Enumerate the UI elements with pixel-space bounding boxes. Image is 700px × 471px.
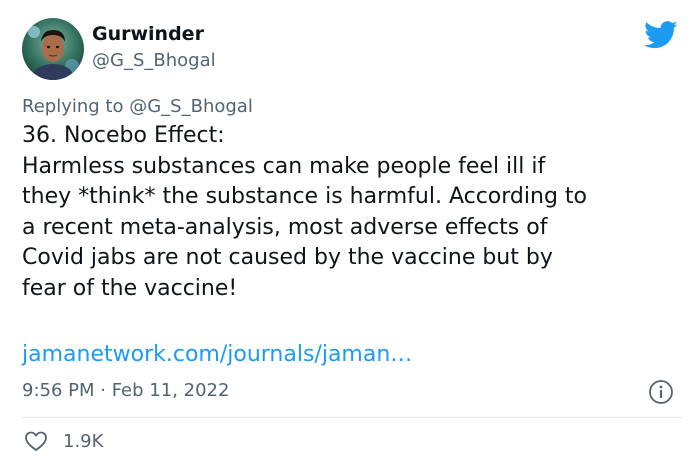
replying-to-handle[interactable]: @G_S_Bhogal	[129, 96, 253, 117]
replying-to: Replying to @G_S_Bhogal	[22, 96, 253, 118]
tweet-link[interactable]: jamanetwork.com/journals/jaman…	[22, 340, 412, 370]
avatar-image	[22, 18, 84, 80]
twitter-bird-icon[interactable]	[644, 20, 678, 50]
avatar[interactable]	[22, 18, 84, 80]
divider	[22, 417, 682, 418]
author-handle[interactable]: @G_S_Bhogal	[92, 50, 216, 72]
replying-to-prefix: Replying to	[22, 96, 124, 117]
tweet-body: 36. Nocebo Effect: Harmless substances c…	[22, 123, 587, 301]
heart-icon[interactable]	[24, 430, 48, 452]
heart-glyph	[25, 431, 47, 451]
tweet-timestamp[interactable]: 9:56 PM · Feb 11, 2022	[22, 380, 229, 402]
info-glyph	[649, 380, 673, 404]
twitter-bird-glyph	[644, 21, 678, 49]
like-count[interactable]: 1.9K	[63, 431, 103, 453]
tweet-card: Gurwinder @G_S_Bhogal Replying to @G_S_B…	[0, 0, 700, 471]
author-display-name[interactable]: Gurwinder	[92, 22, 204, 46]
info-icon[interactable]	[648, 379, 674, 405]
